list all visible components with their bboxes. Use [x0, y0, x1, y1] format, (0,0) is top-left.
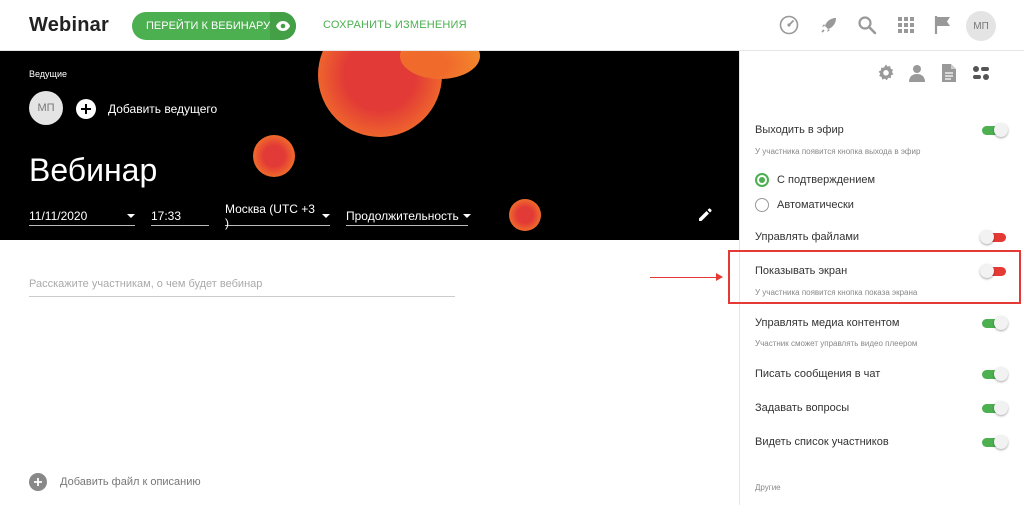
share-screen-hint: У участника появится кнопка показа экран…: [755, 288, 918, 297]
apps-grid-icon[interactable]: [895, 14, 917, 36]
manage-files-label: Управлять файлами: [755, 231, 860, 243]
flag-icon[interactable]: [932, 14, 954, 36]
radio-automatic[interactable]: [755, 198, 769, 212]
chat-messages-label: Писать сообщения в чат: [755, 368, 881, 380]
manage-media-hint: Участник сможет управлять видео плеером: [755, 339, 918, 348]
ask-questions-label: Задавать вопросы: [755, 402, 850, 414]
chevron-down-icon: [462, 213, 471, 218]
annotation-arrow-line: [650, 277, 718, 278]
radio-automatic-label[interactable]: Автоматически: [777, 199, 854, 211]
rocket-icon[interactable]: [818, 14, 840, 36]
duration-value: Продолжительность: [346, 208, 459, 223]
permissions-panel: Выходить в эфир У участника появится кно…: [728, 51, 1024, 505]
decorative-blob-small: [509, 199, 541, 231]
go-to-webinar-label: ПЕРЕЙТИ К ВЕБИНАРУ: [146, 20, 271, 32]
webinar-title[interactable]: Вебинар: [29, 152, 157, 189]
webinar-hero: Ведущие МП Добавить ведущего Вебинар 11/…: [0, 51, 739, 240]
manage-media-label: Управлять медиа контентом: [755, 317, 900, 329]
app-logo[interactable]: Webinar: [29, 14, 109, 37]
decorative-blob-medium: [253, 135, 295, 177]
add-host-plus-icon[interactable]: [76, 99, 96, 119]
chevron-down-icon: [127, 213, 135, 218]
participants-list-toggle[interactable]: [980, 435, 1008, 449]
time-value: 17:33: [151, 208, 182, 223]
gear-icon[interactable]: [876, 63, 896, 83]
add-host-link[interactable]: Добавить ведущего: [108, 102, 217, 116]
participants-list-label: Видеть список участников: [755, 436, 889, 448]
date-value: 11/11/2020: [29, 208, 88, 223]
add-file-link[interactable]: Добавить файл к описанию: [60, 476, 201, 488]
share-screen-label: Показывать экран: [755, 265, 848, 277]
annotation-arrow-head: [716, 273, 723, 281]
date-field[interactable]: 11/11/2020: [29, 206, 135, 226]
go-live-toggle[interactable]: [980, 123, 1008, 137]
ask-questions-toggle[interactable]: [980, 401, 1008, 415]
timezone-value: Москва (UTC +3 ): [225, 201, 315, 230]
settings-blocks-icon[interactable]: [971, 63, 991, 83]
manage-media-toggle[interactable]: [980, 316, 1008, 330]
save-changes-button[interactable]: СОХРАНИТЬ ИЗМЕНЕНИЯ: [323, 19, 467, 31]
search-icon[interactable]: [856, 14, 878, 36]
host-avatar[interactable]: МП: [29, 91, 63, 125]
radio-with-confirmation[interactable]: [755, 173, 769, 187]
user-avatar[interactable]: МП: [966, 11, 996, 41]
other-section-label: Другие: [755, 483, 781, 492]
edit-pencil-icon[interactable]: [697, 207, 713, 223]
eye-icon[interactable]: [270, 12, 296, 40]
duration-select[interactable]: Продолжительность: [346, 206, 471, 226]
description-input[interactable]: Расскажите участникам, о чем будет вебин…: [29, 278, 455, 297]
go-to-webinar-button[interactable]: ПЕРЕЙТИ К ВЕБИНАРУ: [132, 12, 296, 40]
go-live-label: Выходить в эфир: [755, 124, 844, 136]
person-icon[interactable]: [907, 63, 927, 83]
hosts-label: Ведущие: [29, 69, 67, 79]
add-file-plus-icon[interactable]: [29, 473, 47, 491]
speedometer-icon[interactable]: [778, 14, 800, 36]
radio-with-confirmation-label[interactable]: С подтверждением: [777, 174, 875, 186]
go-live-hint: У участника появится кнопка выхода в эфи…: [755, 147, 921, 156]
manage-files-toggle[interactable]: [980, 230, 1008, 244]
chat-messages-toggle[interactable]: [980, 367, 1008, 381]
top-bar: Webinar ПЕРЕЙТИ К ВЕБИНАРУ СОХРАНИТЬ ИЗМ…: [0, 0, 1024, 51]
document-icon[interactable]: [939, 63, 959, 83]
time-field[interactable]: 17:33: [151, 206, 209, 226]
timezone-select[interactable]: Москва (UTC +3 ): [225, 202, 330, 230]
chevron-down-icon: [322, 213, 330, 218]
share-screen-toggle[interactable]: [980, 264, 1008, 278]
